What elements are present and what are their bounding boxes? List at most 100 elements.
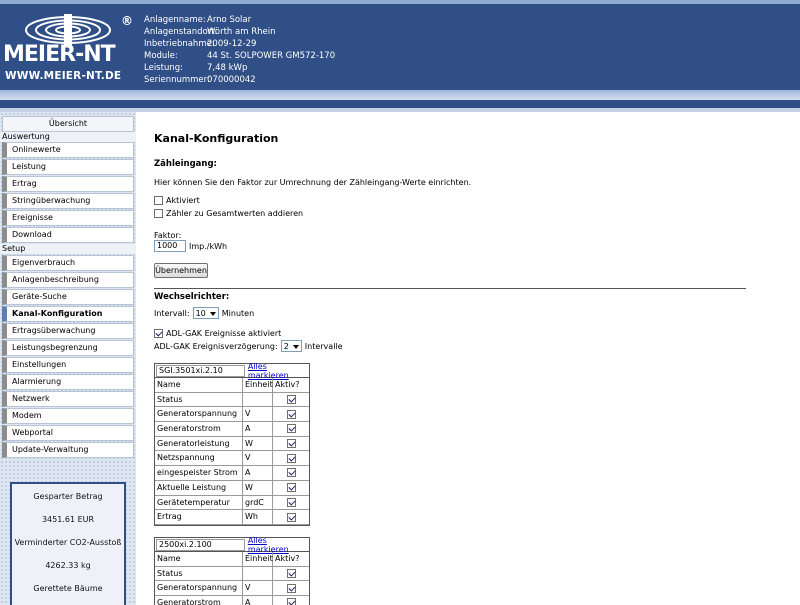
brand-name: MEIER-NT <box>3 42 116 67</box>
plant-info: Anlagenname: Arno Solar Anlagenstandort: Wö… <box>144 14 335 86</box>
channel-active-cell <box>273 481 309 496</box>
table-row: eingespeister Strom A <box>155 466 309 481</box>
col-header-active: Aktiv? <box>273 378 309 393</box>
channel-active-cell <box>273 451 309 467</box>
channel-active-cell <box>273 581 309 597</box>
adl-checkbox[interactable] <box>154 329 163 338</box>
trees-label: Gerettete Bäume <box>33 584 103 593</box>
channel-unit: V <box>243 581 273 597</box>
channel-active-cell <box>273 393 309 408</box>
channel-active-cell <box>273 466 309 481</box>
table-row: Generatorleistung W <box>155 436 309 452</box>
sidebar-item-leistungsbegrenzung[interactable]: Leistungsbegrenzung <box>2 340 134 356</box>
channel-name: Aktuelle Leistung <box>155 480 243 496</box>
counter-total-row: Zähler zu Gesamtwerten addieren <box>154 209 303 218</box>
channel-active-checkbox[interactable] <box>286 439 296 449</box>
factor-row: 1000 Imp./kWh <box>154 240 227 252</box>
sidebar-item-stringüberwachung[interactable]: Stringüberwachung <box>2 193 134 209</box>
sidebar-item-update-verwaltung[interactable]: Update-Verwaltung <box>2 442 134 458</box>
device-header: 2500xi.2.100 Alles markieren <box>155 536 309 554</box>
counter-total-checkbox[interactable] <box>154 209 163 218</box>
sidebar-item-anlagenbeschreibung[interactable]: Anlagenbeschreibung <box>2 272 134 288</box>
sidebar-item-download[interactable]: Download <box>2 227 134 243</box>
channel-active-checkbox[interactable] <box>286 395 296 405</box>
table-row: Ertrag Wh <box>155 510 309 525</box>
channel-active-checkbox[interactable] <box>286 409 296 419</box>
channel-active-checkbox[interactable] <box>286 497 296 507</box>
channel-unit <box>243 392 273 408</box>
col-header-unit: Einheit <box>243 552 273 567</box>
mark-all-link[interactable]: Alles markieren <box>248 536 308 554</box>
channel-active-checkbox[interactable] <box>286 483 296 493</box>
sidebar-item-geräte-suche[interactable]: Geräte-Suche <box>2 289 134 305</box>
co2-label: Verminderter CO2-Ausstoß <box>14 538 122 547</box>
channel-active-checkbox[interactable] <box>286 468 296 478</box>
sidebar-item-kanal-konfiguration[interactable]: Kanal-Konfiguration <box>2 306 134 322</box>
table-row: Gerätetemperatur grdC <box>155 495 309 511</box>
device-name-field[interactable]: 2500xi.2.100 <box>156 538 245 551</box>
co2-value: 4262.33 kg <box>45 561 91 570</box>
channel-unit: V <box>243 407 273 423</box>
channel-active-checkbox[interactable] <box>286 569 296 579</box>
chevron-down-icon <box>291 341 301 351</box>
info-value: 2009-12-29 <box>207 39 257 49</box>
col-header-active: Aktiv? <box>273 552 309 567</box>
sidebar-item-eigenverbrauch[interactable]: Eigenverbrauch <box>2 255 134 271</box>
info-row: Inbetriebnahme: 2009-12-29 <box>144 38 335 50</box>
counter-active-label: Aktiviert <box>166 196 200 205</box>
sidebar-item-ertragsüberwachung[interactable]: Ertragsüberwachung <box>2 323 134 339</box>
counter-description: Hier können Sie den Faktor zur Umrechnun… <box>154 178 472 187</box>
factor-unit: Imp./kWh <box>189 241 228 251</box>
sidebar-item-einstellungen[interactable]: Einstellungen <box>2 357 134 373</box>
adl-label: ADL-GAK Ereignisse aktiviert <box>166 329 282 338</box>
sidebar-item-modem[interactable]: Modem <box>2 408 134 424</box>
channel-unit: Wh <box>243 510 273 525</box>
sidebar-item-webportal[interactable]: Webportal <box>2 425 134 441</box>
sidebar-item-onlinewerte[interactable]: Onlinewerte <box>2 142 134 158</box>
counter-active-checkbox[interactable] <box>154 196 163 205</box>
channel-unit: grdC <box>243 495 273 511</box>
channel-active-checkbox[interactable] <box>286 512 296 522</box>
interval-label: Intervall: <box>154 308 190 318</box>
device-name-field[interactable]: SGI.3501xi.2.10 <box>156 364 245 377</box>
channel-name: Generatorstrom <box>155 422 243 437</box>
delay-value: 2 <box>283 341 289 351</box>
interval-select[interactable]: 10 <box>192 307 219 319</box>
table-row: Generatorstrom A <box>155 422 309 437</box>
inverter-heading: Wechselrichter: <box>154 292 230 302</box>
table-header-row: Name Einheit Aktiv? <box>155 552 309 567</box>
delay-select[interactable]: 2 <box>280 340 302 352</box>
table-row: Status <box>155 392 309 408</box>
registered-mark: ® <box>121 14 133 28</box>
channel-unit <box>243 566 273 582</box>
info-value: 44 St. SOLPOWER GM572-170 <box>207 51 336 61</box>
sidebar-item-ereignisse[interactable]: Ereignisse <box>2 210 134 226</box>
sidebar-item-alarmierung[interactable]: Alarmierung <box>2 374 134 390</box>
channel-active-checkbox[interactable] <box>286 598 296 605</box>
apply-button[interactable]: Übernehmen <box>154 263 208 278</box>
channel-unit: A <box>243 422 273 437</box>
table-row: Generatorspannung V <box>155 581 309 597</box>
factor-input[interactable]: 1000 <box>154 240 186 252</box>
col-header-name: Name <box>155 552 243 567</box>
delay-unit: Intervalle <box>304 341 343 351</box>
channel-unit: A <box>243 466 273 481</box>
sidebar-item-ertrag[interactable]: Ertrag <box>2 176 134 192</box>
channel-active-checkbox[interactable] <box>286 424 296 434</box>
counter-total-label: Zähler zu Gesamtwerten addieren <box>166 209 304 218</box>
brand-url: WWW.MEIER-NT.DE <box>5 70 122 82</box>
sidebar: Übersicht Auswertung Onlinewerte Leistung… <box>0 112 136 605</box>
sidebar-item-netzwerk[interactable]: Netzwerk <box>2 391 134 407</box>
info-row: Anlagenname: Arno Solar <box>144 14 335 26</box>
channel-name: eingespeister Strom <box>155 466 243 481</box>
info-key: Module: <box>144 51 178 61</box>
sidebar-item-overview[interactable]: Übersicht <box>2 116 134 132</box>
channel-active-checkbox[interactable] <box>286 453 296 463</box>
info-row: Module: 44 St. SOLPOWER GM572-170 <box>144 50 335 62</box>
info-value: 7,48 kWp <box>207 63 248 73</box>
interval-value: 10 <box>195 308 206 318</box>
channel-name: Netzspannung <box>155 451 243 467</box>
channel-active-checkbox[interactable] <box>286 583 296 593</box>
sidebar-item-leistung[interactable]: Leistung <box>2 159 134 175</box>
mark-all-link[interactable]: Alles markieren <box>248 362 308 380</box>
